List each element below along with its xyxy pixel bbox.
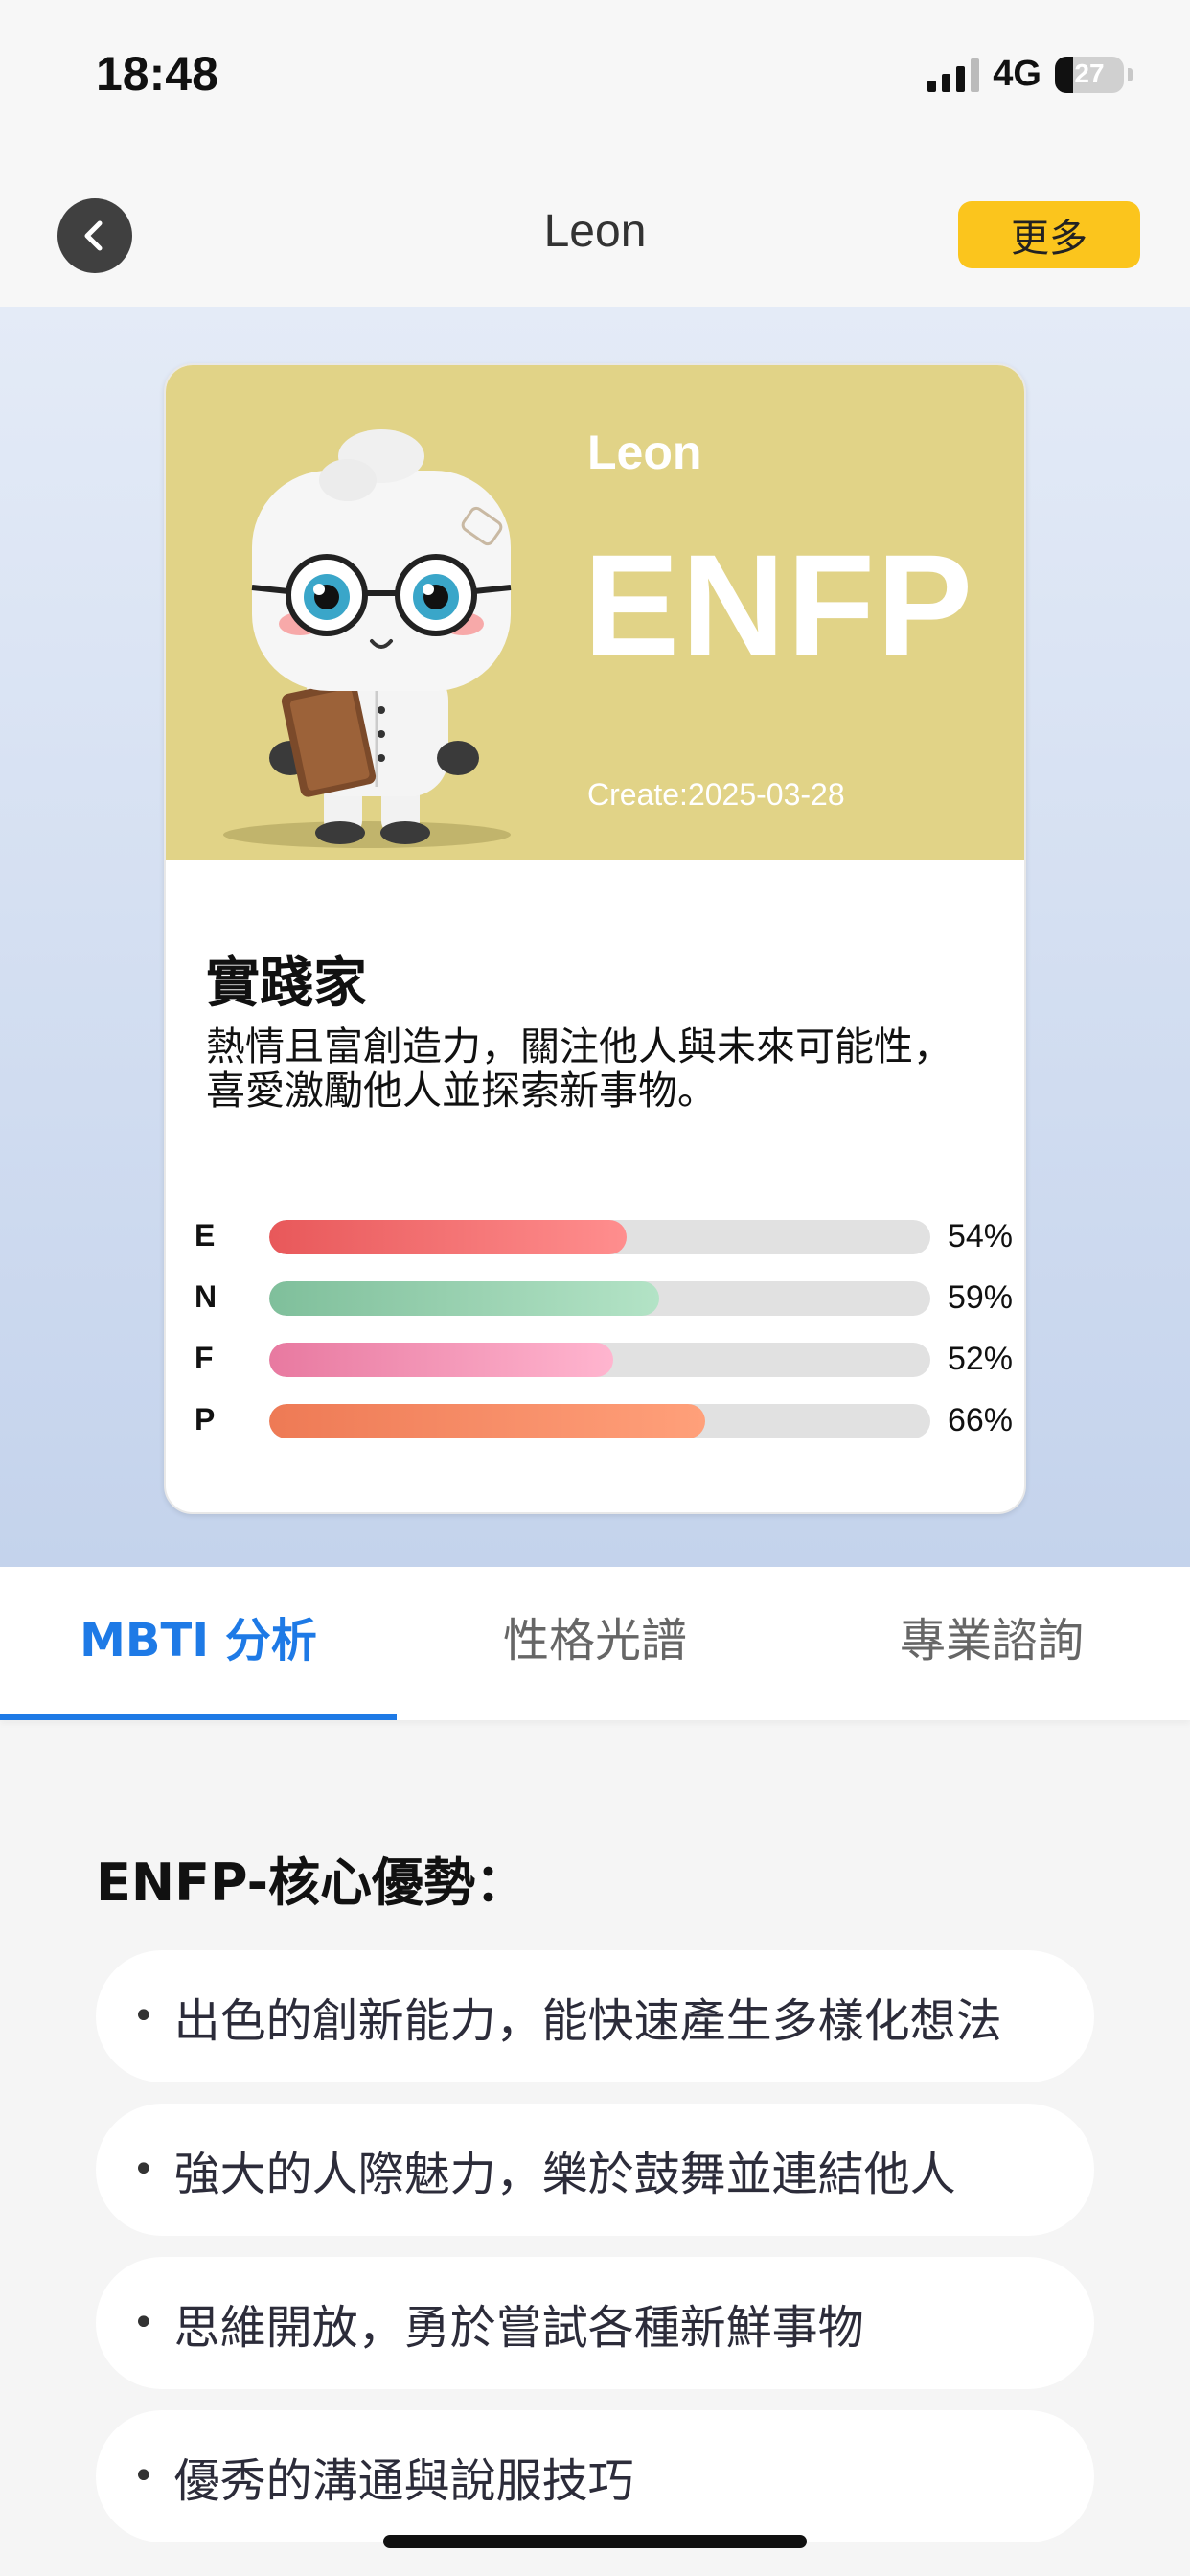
list-item: • 強大的人際魅力，樂於鼓舞並連結他人 xyxy=(96,2104,1094,2236)
trait-bar-row: N 59% xyxy=(195,1268,1018,1329)
hero-section: Leon ENFP Create:2025-03-28 實踐家 熱情且富創造力，… xyxy=(0,307,1190,1567)
strength-text: 出色的創新能力，能快速產生多樣化想法 xyxy=(173,1994,1002,2048)
battery-tip xyxy=(1128,67,1133,81)
card-name: Leon xyxy=(587,426,702,479)
section-title: ENFP-核心優勢： xyxy=(96,1852,528,1913)
trait-percent: 66% xyxy=(947,1402,1013,1438)
strength-text: 思維開放，勇於嘗試各種新鮮事物 xyxy=(173,2301,864,2355)
trait-percent: 54% xyxy=(947,1218,1013,1254)
trait-percent: 52% xyxy=(947,1341,1013,1377)
strength-text: 優秀的溝通與說服技巧 xyxy=(173,2454,634,2508)
personality-card: Leon ENFP Create:2025-03-28 實踐家 熱情且富創造力，… xyxy=(164,363,1026,1514)
trait-letter: N xyxy=(195,1279,217,1314)
list-item: • 出色的創新能力，能快速產生多樣化想法 xyxy=(96,1950,1094,2082)
trait-bar-row: P 66% xyxy=(195,1391,1018,1452)
trait-bar-row: E 54% xyxy=(195,1207,1018,1268)
tab-professional-consult[interactable]: 專業諮詢 xyxy=(793,1567,1190,1720)
strength-text: 強大的人際魅力，樂於鼓舞並連結他人 xyxy=(173,2148,956,2201)
network-type: 4G xyxy=(993,54,1041,94)
tab-bar: MBTI 分析 性格光譜 專業諮詢 xyxy=(0,1567,1190,1720)
trait-fill xyxy=(269,1343,613,1377)
bullet-icon: • xyxy=(132,1994,155,2038)
trait-letter: P xyxy=(195,1402,216,1437)
mascot-image xyxy=(223,429,512,848)
type-title: 實踐家 xyxy=(206,953,367,1015)
trait-letter: E xyxy=(195,1218,216,1253)
more-button[interactable]: 更多 xyxy=(958,201,1140,268)
trait-track xyxy=(269,1404,930,1438)
trait-fill xyxy=(269,1281,660,1316)
list-item: • 思維開放，勇於嘗試各種新鮮事物 xyxy=(96,2257,1094,2389)
trait-letter: F xyxy=(195,1341,214,1375)
tab-mbti-analysis[interactable]: MBTI 分析 xyxy=(0,1567,397,1720)
list-item: • 優秀的溝通與說服技巧 xyxy=(96,2410,1094,2542)
trait-bars: E 54% N 59% F 52% P 66% xyxy=(195,1207,1018,1452)
home-indicator xyxy=(383,2535,807,2548)
trait-track xyxy=(269,1343,930,1377)
type-description: 熱情且富創造力，關注他人與未來可能性，喜愛激勵他人並探索新事物。 xyxy=(206,1024,952,1114)
status-bar: 18:48 4G 27 xyxy=(0,0,1190,153)
trait-bar-row: F 52% xyxy=(195,1329,1018,1391)
trait-fill xyxy=(269,1220,627,1254)
card-header: Leon ENFP Create:2025-03-28 xyxy=(166,365,1024,860)
trait-track xyxy=(269,1220,930,1254)
bullet-icon: • xyxy=(132,2454,155,2498)
trait-fill xyxy=(269,1404,706,1438)
status-time: 18:48 xyxy=(96,47,218,101)
trait-percent: 59% xyxy=(947,1279,1013,1316)
signal-icon xyxy=(927,58,980,92)
battery-level: 27 xyxy=(1074,58,1105,88)
bullet-icon: • xyxy=(132,2148,155,2192)
status-indicators: 4G 27 xyxy=(927,54,1133,95)
mbti-type: ENFP xyxy=(584,524,975,685)
tab-personality-spectrum[interactable]: 性格光譜 xyxy=(397,1567,793,1720)
navbar: Leon 更多 xyxy=(0,153,1190,307)
strengths-list: • 出色的創新能力，能快速產生多樣化想法 • 強大的人際魅力，樂於鼓舞並連結他人… xyxy=(96,1950,1094,2564)
trait-track xyxy=(269,1281,930,1316)
created-date: Create:2025-03-28 xyxy=(587,777,845,812)
battery-icon: 27 xyxy=(1055,56,1124,93)
bullet-icon: • xyxy=(132,2301,155,2345)
